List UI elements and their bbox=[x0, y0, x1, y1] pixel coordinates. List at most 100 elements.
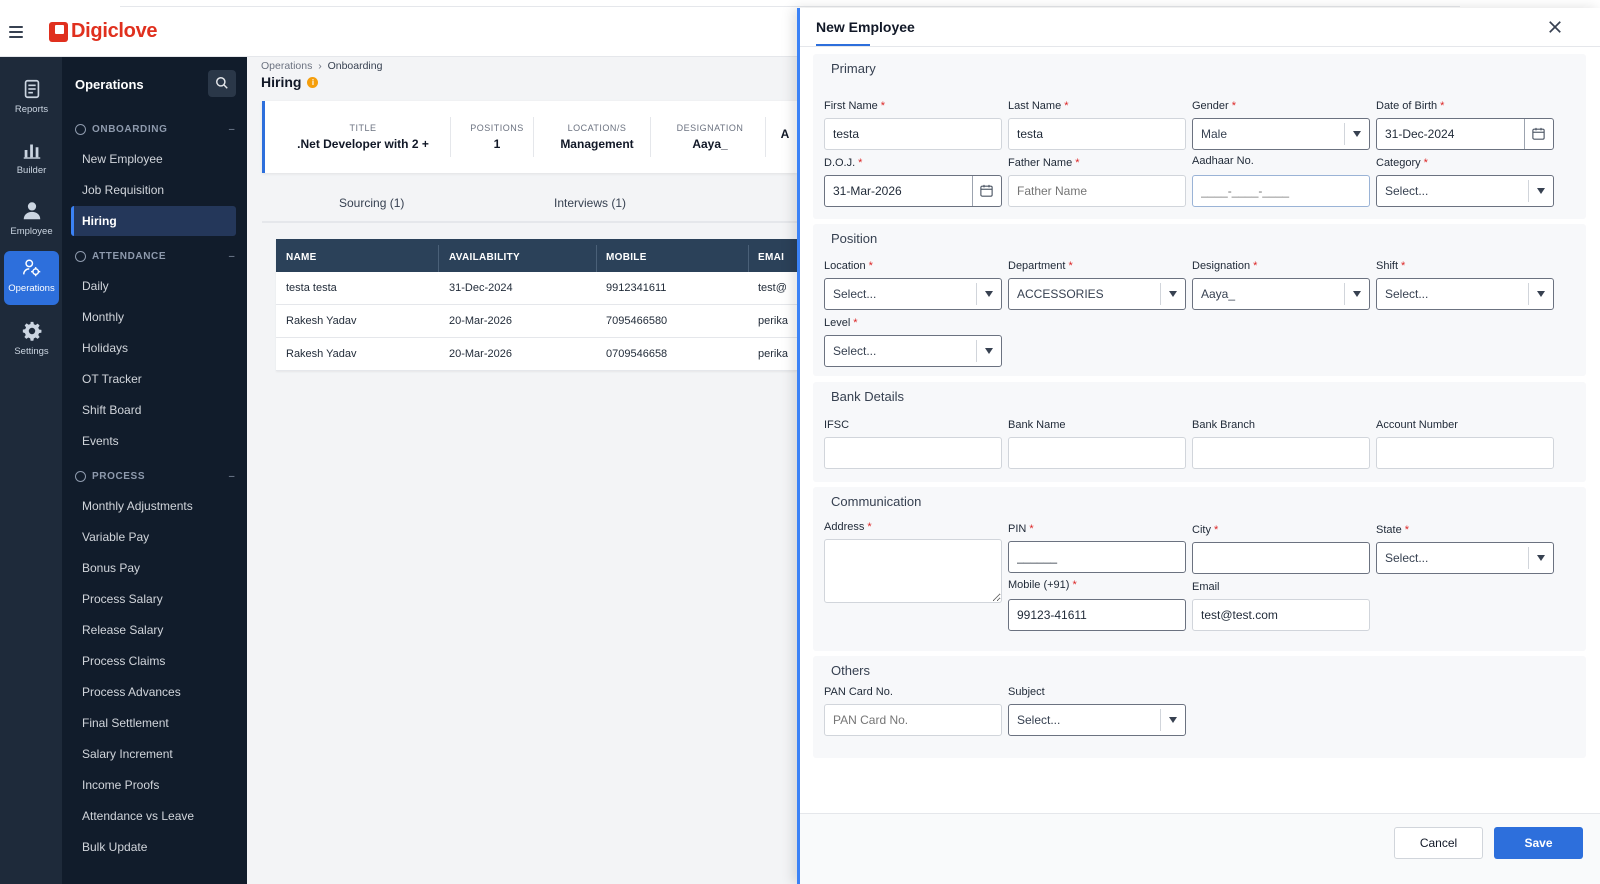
operations-nav: Operations ONBOARDING – New Employee Job… bbox=[62, 57, 247, 884]
nav-item-process-salary[interactable]: Process Salary bbox=[71, 584, 236, 614]
nav-item-holidays[interactable]: Holidays bbox=[71, 333, 236, 363]
summary-value: Management bbox=[560, 137, 634, 151]
column-header-name[interactable]: NAME bbox=[286, 252, 317, 263]
collapse-icon[interactable]: – bbox=[229, 471, 235, 482]
breadcrumb: Operations › Onboarding bbox=[261, 60, 382, 72]
breadcrumb-parent[interactable]: Operations bbox=[261, 60, 312, 72]
nav-item-job-requisition[interactable]: Job Requisition bbox=[71, 175, 236, 205]
section-title-primary: Primary bbox=[831, 61, 876, 76]
column-divider[interactable] bbox=[596, 245, 597, 272]
nav-item-ot-tracker[interactable]: OT Tracker bbox=[71, 364, 236, 394]
subject-select[interactable]: Select... bbox=[1008, 704, 1186, 736]
father-name-input[interactable] bbox=[1008, 175, 1186, 207]
column-header-availability[interactable]: AVAILABILITY bbox=[449, 252, 520, 263]
nav-item-release-salary[interactable]: Release Salary bbox=[71, 615, 236, 645]
nav-item-events[interactable]: Events bbox=[71, 426, 236, 456]
summary-key: LOCATION/S bbox=[567, 123, 627, 133]
cancel-button[interactable]: Cancel bbox=[1394, 827, 1483, 859]
nav-item-hiring[interactable]: Hiring bbox=[71, 206, 236, 236]
save-button[interactable]: Save bbox=[1494, 827, 1583, 859]
chevron-down-icon bbox=[1169, 717, 1177, 723]
chevron-down-icon bbox=[1537, 291, 1545, 297]
shift-select[interactable]: Select... bbox=[1376, 278, 1554, 310]
department-value: ACCESSORIES bbox=[1017, 287, 1104, 301]
nav-item-bulk-update[interactable]: Bulk Update bbox=[71, 832, 236, 862]
nav-item-bonus-pay[interactable]: Bonus Pay bbox=[71, 553, 236, 583]
aadhaar-input[interactable] bbox=[1192, 175, 1370, 207]
nav-item-salary-increment[interactable]: Salary Increment bbox=[71, 739, 236, 769]
nav-item-process-advances[interactable]: Process Advances bbox=[71, 677, 236, 707]
cell-name: Rakesh Yadav bbox=[286, 348, 357, 360]
calendar-icon[interactable] bbox=[1531, 126, 1546, 141]
account-number-input[interactable] bbox=[1376, 437, 1554, 469]
gender-select[interactable]: Male bbox=[1192, 118, 1370, 150]
column-divider[interactable] bbox=[748, 245, 749, 272]
rail-label: Employee bbox=[10, 226, 53, 237]
nav-section-onboarding[interactable]: ONBOARDING – bbox=[75, 124, 235, 135]
nav-item-new-employee[interactable]: New Employee bbox=[71, 144, 236, 174]
table-row[interactable]: Rakesh Yadav 20-Mar-2026 7095466580 peri… bbox=[276, 305, 797, 338]
column-header-email[interactable]: EMAI bbox=[758, 252, 784, 263]
nav-item-monthly[interactable]: Monthly bbox=[71, 302, 236, 332]
hamburger-menu-icon[interactable] bbox=[9, 26, 23, 38]
pan-input[interactable] bbox=[824, 704, 1002, 736]
nav-section-process[interactable]: PROCESS – bbox=[75, 471, 235, 482]
tab-interviews[interactable]: Interviews (1) bbox=[554, 196, 626, 210]
chevron-down-icon bbox=[1353, 131, 1361, 137]
column-header-mobile[interactable]: MOBILE bbox=[606, 252, 647, 263]
nav-item-variable-pay[interactable]: Variable Pay bbox=[71, 522, 236, 552]
label-department: Department * bbox=[1008, 260, 1073, 272]
rail-item-reports[interactable]: Reports bbox=[4, 72, 59, 122]
nav-item-daily[interactable]: Daily bbox=[71, 271, 236, 301]
doj-datepicker[interactable]: 31-Mar-2026 bbox=[824, 175, 1002, 207]
level-select[interactable]: Select... bbox=[824, 335, 1002, 367]
state-select[interactable]: Select... bbox=[1376, 542, 1554, 574]
rail-item-builder[interactable]: Builder bbox=[4, 133, 59, 183]
summary-key: TITLE bbox=[349, 123, 377, 133]
nav-search-button[interactable] bbox=[208, 70, 236, 97]
nav-item-monthly-adjustments[interactable]: Monthly Adjustments bbox=[71, 491, 236, 521]
drawer-footer: Cancel Save bbox=[800, 813, 1600, 884]
category-select[interactable]: Select... bbox=[1376, 175, 1554, 207]
mobile-input[interactable] bbox=[1008, 599, 1186, 631]
select-divider bbox=[1528, 283, 1529, 305]
state-value: Select... bbox=[1385, 551, 1429, 565]
nav-item-final-settlement[interactable]: Final Settlement bbox=[71, 708, 236, 738]
logo-mark-icon bbox=[49, 21, 68, 42]
address-textarea[interactable] bbox=[824, 539, 1002, 603]
department-select[interactable]: ACCESSORIES bbox=[1008, 278, 1186, 310]
pin-input[interactable] bbox=[1008, 541, 1186, 573]
first-name-input[interactable] bbox=[824, 118, 1002, 150]
collapse-icon[interactable]: – bbox=[229, 124, 235, 135]
dob-datepicker[interactable]: 31-Dec-2024 bbox=[1376, 118, 1554, 150]
nav-item-income-proofs[interactable]: Income Proofs bbox=[71, 770, 236, 800]
rail-item-settings[interactable]: Settings bbox=[4, 314, 59, 364]
info-icon[interactable]: i bbox=[307, 76, 319, 88]
table-row[interactable]: testa testa 31-Dec-2024 9912341611 test@ bbox=[276, 272, 797, 305]
collapse-icon[interactable]: – bbox=[229, 251, 235, 262]
bank-name-input[interactable] bbox=[1008, 437, 1186, 469]
icon-rail: Reports Builder Employee Operations Sett… bbox=[0, 57, 62, 884]
location-select[interactable]: Select... bbox=[824, 278, 1002, 310]
calendar-icon[interactable] bbox=[979, 183, 994, 198]
nav-section-attendance[interactable]: ATTENDANCE – bbox=[75, 251, 235, 262]
nav-item-shift-board[interactable]: Shift Board bbox=[71, 395, 236, 425]
rail-item-operations[interactable]: Operations bbox=[4, 251, 59, 305]
email-input[interactable] bbox=[1192, 599, 1370, 631]
close-icon[interactable] bbox=[1546, 18, 1564, 36]
brand-logo[interactable]: Digiclove bbox=[49, 20, 158, 43]
city-input[interactable] bbox=[1192, 542, 1370, 574]
rail-item-employee[interactable]: Employee bbox=[4, 194, 59, 244]
label-father-name: Father Name * bbox=[1008, 157, 1080, 169]
nav-item-process-claims[interactable]: Process Claims bbox=[71, 646, 236, 676]
nav-item-attendance-vs-leave[interactable]: Attendance vs Leave bbox=[71, 801, 236, 831]
tab-sourcing[interactable]: Sourcing (1) bbox=[339, 196, 404, 210]
designation-select[interactable]: Aaya_ bbox=[1192, 278, 1370, 310]
main-content: Operations › Onboarding Hiring i TITLE .… bbox=[247, 57, 797, 884]
last-name-input[interactable] bbox=[1008, 118, 1186, 150]
select-divider bbox=[1160, 709, 1161, 731]
bank-branch-input[interactable] bbox=[1192, 437, 1370, 469]
ifsc-input[interactable] bbox=[824, 437, 1002, 469]
table-row[interactable]: Rakesh Yadav 20-Mar-2026 0709546658 peri… bbox=[276, 338, 797, 371]
column-divider[interactable] bbox=[438, 245, 439, 272]
